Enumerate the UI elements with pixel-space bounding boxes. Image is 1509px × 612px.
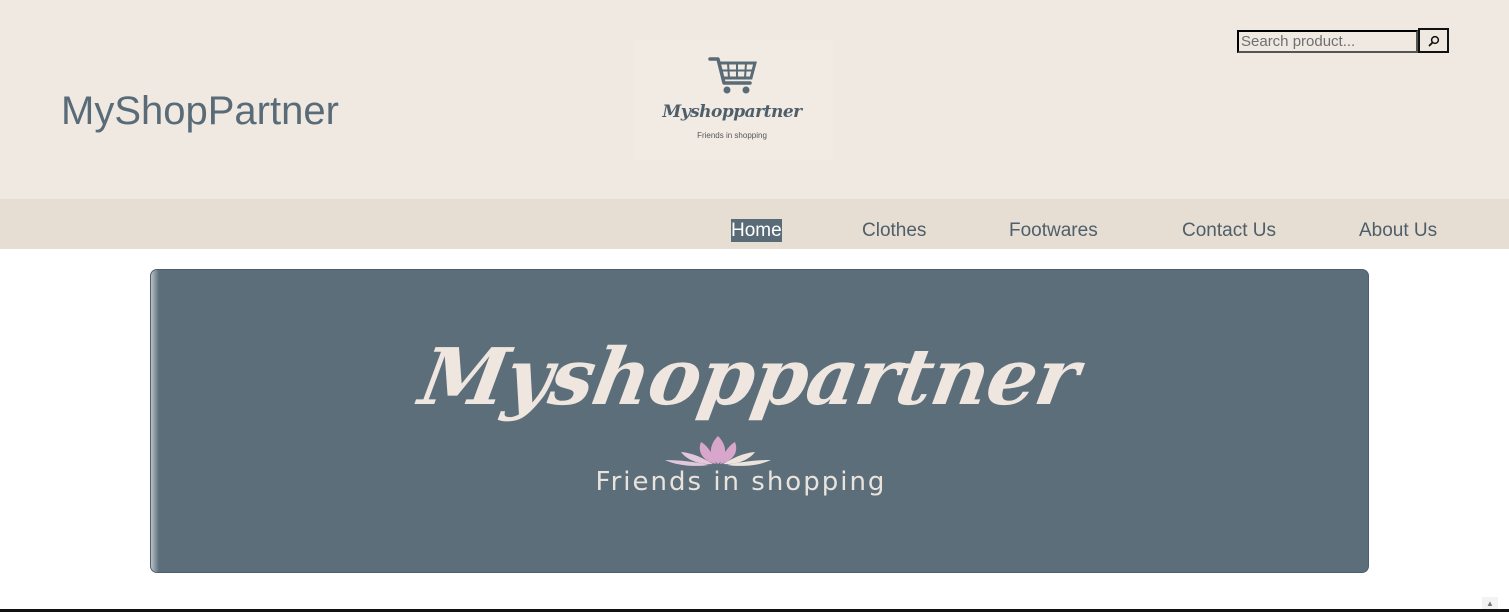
lotus-icon	[665, 436, 771, 466]
site-header: MyShopPartner Myshoppartner Friends in s…	[0, 0, 1509, 199]
nav-item-contact-us[interactable]: Contact Us	[1182, 219, 1276, 242]
shopping-cart-icon	[708, 57, 757, 94]
search-icon	[1428, 35, 1439, 46]
logo-name: Myshoppartner	[662, 102, 802, 122]
main-nav: Home Clothes Footwares Contact Us About …	[0, 199, 1509, 249]
banner-subtitle: Friends in shopping	[595, 467, 887, 497]
hero-banner: Myshoppartner Friends in shopping	[150, 269, 1369, 573]
site-logo[interactable]: Myshoppartner Friends in shopping	[634, 40, 834, 160]
nav-item-clothes[interactable]: Clothes	[862, 219, 926, 242]
scroll-up-arrow-icon[interactable]: ▲	[1482, 597, 1498, 609]
search-input[interactable]	[1237, 30, 1418, 53]
nav-item-about-us[interactable]: About Us	[1359, 219, 1437, 242]
site-title: MyShopPartner	[61, 89, 339, 133]
nav-item-home[interactable]: Home	[731, 219, 782, 242]
banner-title: Myshoppartner	[413, 332, 1085, 423]
search-button[interactable]	[1418, 28, 1449, 53]
logo-tagline: Friends in shopping	[697, 131, 767, 140]
nav-item-footwares[interactable]: Footwares	[1009, 219, 1098, 242]
